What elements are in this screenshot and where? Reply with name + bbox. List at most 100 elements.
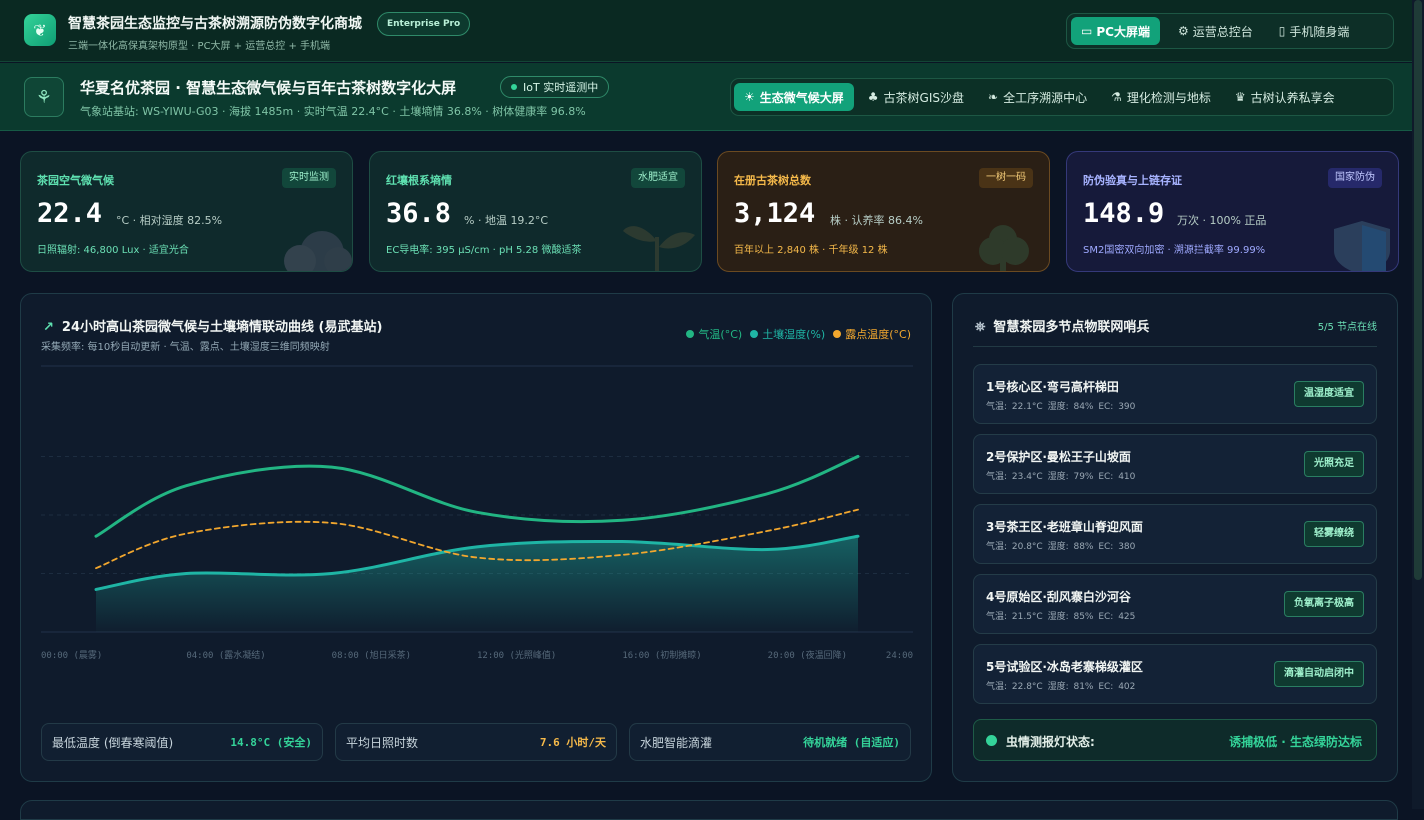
sidebar-title-text: 智慧茶园多节点物联网哨兵 — [993, 320, 1150, 335]
node-status-badge: 温湿度适宜 — [1294, 381, 1364, 407]
kpi-unit: % · 地温 19.2°C — [464, 214, 549, 227]
x-tick-label: 20:00 (夜温回降) — [768, 649, 847, 661]
kpi-label: 红壤根系墒情 — [386, 174, 452, 187]
iot-node-1[interactable]: 1号核心区·弯弓高杆梯田气温: 22.1°C 湿度: 84% EC: 390 温湿… — [973, 364, 1377, 424]
kpi-air-card[interactable]: 茶园空气微气候 实时监测 22.4 °C · 相对湿度 82.5% 日照辐射: … — [20, 151, 353, 272]
mode-pc-button[interactable]: ▭ PC大屏端 — [1071, 17, 1160, 45]
stat-min-temp: 最低温度 (倒春寒阈值) 14.8°C (安全) — [41, 723, 323, 761]
x-tick-label: 00:00 (晨雾) — [41, 650, 102, 661]
app-subtitle: 三端一体化高保真架构原型 · PC大屏 + 运营总控 + 手机端 — [68, 41, 331, 52]
tab-adoption[interactable]: ♛ 古树认养私享会 — [1225, 83, 1345, 111]
tab-label: 理化检测与地标 — [1126, 90, 1211, 105]
x-tick-label: 24:00 — [886, 651, 913, 661]
kpi-footnote: 百年以上 2,840 株 · 千年级 12 株 — [734, 245, 888, 256]
node-metrics: 气温: 22.8°C 湿度: 81% EC: 402 — [986, 682, 1136, 692]
tab-label: 全工序溯源中心 — [1003, 90, 1088, 105]
stat-label: 平均日照时数 — [346, 735, 419, 750]
stat-value: 待机就绪 (自适应) — [803, 736, 900, 749]
node-status-badge: 轻雾缭绕 — [1304, 521, 1364, 547]
x-tick-label: 08:00 (旭日采茶) — [332, 649, 411, 661]
node-status-badge: 光照充足 — [1304, 451, 1364, 477]
kpi-footnote: 日照辐射: 46,800 Lux · 适宜光合 — [37, 245, 189, 256]
kpi-unit: 株 · 认养率 86.4% — [830, 214, 923, 227]
monitor-icon: ▭ — [1081, 24, 1093, 38]
cloud-icon — [284, 231, 352, 271]
tab-traceability[interactable]: ❧ 全工序溯源中心 — [978, 83, 1097, 111]
tab-microclimate[interactable]: ☀ 生态微气候大屏 — [734, 83, 854, 111]
kpi-unit: °C · 相对湿度 82.5% — [116, 214, 223, 227]
node-status-badge: 负氧离子极高 — [1284, 591, 1364, 617]
pest-label: 虫情测报灯状态: — [1006, 735, 1095, 749]
x-tick-label: 16:00 (初制摊晾) — [622, 649, 701, 661]
sun-cloud-icon: ☀ — [744, 90, 755, 104]
mode-switcher: ▭ PC大屏端 ⚙ 运营总控台 ▯ 手机随身端 — [1066, 13, 1394, 49]
kpi-label: 茶园空气微气候 — [37, 174, 114, 187]
iot-node-3[interactable]: 3号茶王区·老班章山脊迎风面气温: 20.8°C 湿度: 88% EC: 380… — [973, 504, 1377, 564]
app-title: 智慧茶园生态监控与古茶树溯源防伪数字化商城 — [68, 16, 362, 32]
leaf-icon: ❧ — [988, 90, 999, 104]
sprout-icon — [623, 226, 695, 271]
node-metrics: 气温: 23.4°C 湿度: 79% EC: 410 — [986, 472, 1136, 482]
kpi-soil-card[interactable]: 红壤根系墒情 水肥适宜 36.8 % · 地温 19.2°C EC导电率: 39… — [369, 151, 702, 272]
stat-label: 最低温度 (倒春寒阈值) — [52, 735, 174, 750]
next-panel-edge — [20, 800, 1398, 820]
scrollbar-thumb[interactable] — [1414, 0, 1422, 580]
node-metrics: 气温: 22.1°C 湿度: 84% EC: 390 — [986, 402, 1136, 412]
kpi-value: 36.8 — [386, 198, 452, 229]
mode-label: 运营总控台 — [1192, 24, 1253, 39]
stat-irrigation: 水肥智能滴灌 待机就绪 (自适应) — [629, 723, 911, 761]
shield-icon — [1334, 221, 1390, 271]
edition-badge: Enterprise Pro — [377, 12, 471, 36]
kpi-antifake-card[interactable]: 防伪验真与上链存证 国家防伪 148.9 万次 · 100% 正品 SM2国密双… — [1066, 151, 1399, 272]
phone-icon: ▯ — [1278, 24, 1286, 38]
live-dot-icon — [511, 84, 517, 90]
iot-sentinel-panel: ⛯ 智慧茶园多节点物联网哨兵 5/5 节点在线 1号核心区·弯弓高杆梯田气温: 2… — [952, 293, 1398, 782]
tab-label: 古茶树GIS沙盘 — [883, 90, 965, 105]
stat-value: 14.8°C (安全) — [230, 736, 312, 749]
series-line-temp — [94, 454, 860, 538]
kpi-unit: 万次 · 100% 正品 — [1177, 214, 1267, 227]
leaf-logo-icon: ❦ — [24, 14, 56, 46]
kpi-tag: 国家防伪 — [1328, 168, 1382, 188]
node-online-count: 5/5 节点在线 — [1317, 322, 1377, 333]
kpi-tag: 实时监测 — [282, 168, 336, 188]
node-metrics: 气温: 20.8°C 湿度: 88% EC: 380 — [986, 542, 1136, 552]
series-area-soil — [96, 536, 858, 632]
mode-mobile-button[interactable]: ▯ 手机随身端 — [1271, 17, 1358, 45]
node-metrics: 气温: 21.5°C 湿度: 85% EC: 425 — [986, 612, 1136, 622]
x-tick-label: 04:00 (露水凝结) — [186, 649, 265, 661]
mode-label: 手机随身端 — [1289, 24, 1350, 39]
iot-node-5[interactable]: 5号试验区·冰岛老寨梯级灌区气温: 22.8°C 湿度: 81% EC: 402… — [973, 644, 1377, 704]
stat-label: 水肥智能滴灌 — [640, 735, 713, 750]
chart-panel: ↗ 24小时高山茶园微气候与土壤墒情联动曲线 (易武基站) 采集频率: 每10秒自… — [20, 293, 932, 782]
sidebar-title: ⛯ 智慧茶园多节点物联网哨兵 — [975, 316, 1149, 335]
node-name: 3号茶王区·老班章山脊迎风面 — [986, 520, 1143, 534]
iot-node-2[interactable]: 2号保护区·曼松王子山坡面 气温: 23.4°C 湿度: 79% EC: 410 光… — [973, 434, 1377, 494]
tree-icon: ♣ — [867, 90, 879, 104]
kpi-footnote: SM2国密双向加密 · 溯源拦截率 99.99% — [1083, 245, 1266, 256]
node-name: 5号试验区·冰岛老寨梯级灌区 — [986, 660, 1143, 674]
kpi-value: 22.4 — [37, 198, 103, 229]
tab-lab[interactable]: ⚗ 理化检测与地标 — [1101, 83, 1221, 111]
stat-value: 7.6 小时/天 — [539, 736, 606, 749]
node-status-badge: 滴灌自动启闭中 — [1274, 661, 1364, 687]
satellite-icon: ⛯ — [975, 320, 986, 335]
node-name: 1号核心区·弯弓高杆梯田 — [986, 380, 1119, 394]
tab-gis[interactable]: ♣ 古茶树GIS沙盘 — [858, 83, 974, 111]
trophy-icon: ♛ — [1234, 90, 1246, 104]
gear-icon: ⚙ — [1177, 24, 1189, 38]
microscope-icon: ⚗ — [1111, 90, 1122, 104]
kpi-label: 防伪验真与上链存证 — [1083, 174, 1182, 187]
iot-node-4[interactable]: 4号原始区·刮风寨白沙河谷 气温: 21.5°C 湿度: 85% EC: 425 负… — [973, 574, 1377, 634]
kpi-tag: 水肥适宜 — [631, 168, 685, 188]
tree-icon — [979, 225, 1029, 271]
kpi-value: 148.9 — [1083, 198, 1165, 229]
kpi-value: 3,124 — [734, 198, 816, 229]
kpi-tag: 一树一码 — [979, 168, 1033, 188]
mode-label: PC大屏端 — [1096, 24, 1150, 39]
kpi-trees-card[interactable]: 在册古茶树总数 一树一码 3,124 株 · 认养率 86.4% 百年以上 2,… — [717, 151, 1050, 272]
status-dot-icon — [986, 735, 997, 746]
iot-status-text: IoT 实时遥测中 — [523, 81, 599, 94]
stat-sunshine: 平均日照时数 7.6 小时/天 — [335, 723, 617, 761]
mode-ops-button[interactable]: ⚙ 运营总控台 — [1170, 17, 1261, 45]
